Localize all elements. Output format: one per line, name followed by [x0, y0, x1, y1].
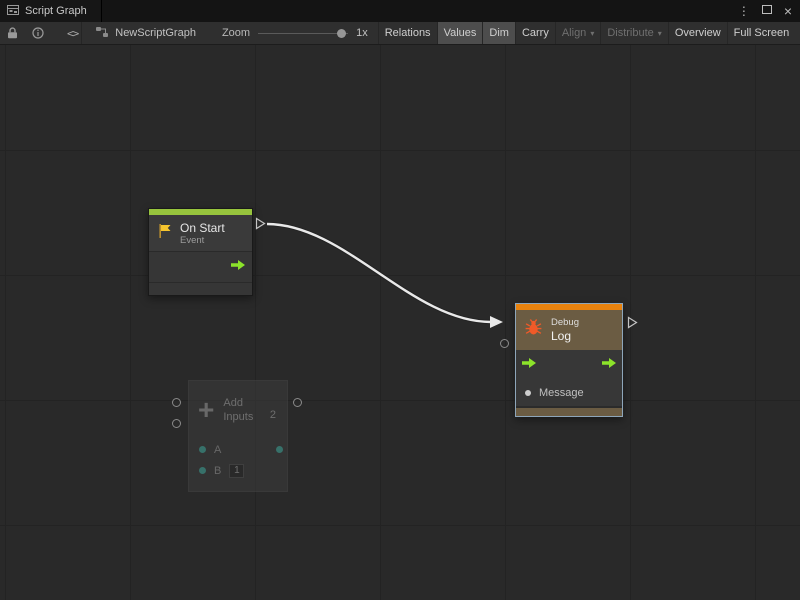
values-label: Values: [444, 27, 477, 39]
fullscreen-label: Full Screen: [734, 27, 790, 39]
distribute-label: Distribute: [607, 27, 653, 39]
flow-output-arrow-icon[interactable]: [601, 356, 617, 374]
align-button[interactable]: Align ▾: [555, 22, 600, 44]
zoom-slider-track[interactable]: [258, 33, 348, 35]
node-footer: [516, 406, 622, 416]
dim-label: Dim: [489, 27, 509, 39]
graph-name-label: NewScriptGraph: [115, 27, 196, 39]
graph-asset-icon: [95, 26, 109, 41]
node-title-line2: Inputs: [223, 410, 253, 424]
port-label-a: A: [214, 444, 221, 456]
values-button[interactable]: Values: [437, 22, 483, 44]
zoom-slider[interactable]: [258, 28, 348, 39]
trigger-output-port[interactable]: [627, 316, 638, 329]
value-input-port[interactable]: [199, 467, 206, 474]
close-icon[interactable]: ×: [784, 4, 792, 18]
toolbar-divider: [81, 22, 82, 44]
tab-script-graph[interactable]: Script Graph: [0, 0, 102, 22]
port-ring[interactable]: [172, 419, 181, 428]
value-input-port[interactable]: [525, 390, 531, 396]
dim-button[interactable]: Dim: [482, 22, 515, 44]
script-graph-tab-icon: [7, 4, 19, 19]
node-category: Debug: [551, 317, 579, 329]
node-title: Log: [551, 329, 579, 343]
zoom-slider-knob[interactable]: [337, 29, 346, 38]
node-add-inputs-ghost[interactable]: + Add Inputs 2 A B 1: [188, 380, 288, 492]
input-row-a: A: [189, 439, 287, 460]
output-count: 2: [270, 409, 276, 421]
chevron-down-icon: ▾: [590, 29, 594, 38]
port-label-b: B: [214, 465, 221, 477]
graph-name-button[interactable]: NewScriptGraph: [85, 22, 206, 44]
toolbar-buttons: Relations Values Dim Carry Align ▾ Distri…: [378, 22, 796, 44]
trigger-output-port[interactable]: [255, 217, 266, 230]
connection-wire: [0, 45, 800, 600]
relations-label: Relations: [385, 27, 431, 39]
info-icon[interactable]: [25, 22, 51, 44]
relations-button[interactable]: Relations: [378, 22, 437, 44]
carry-label: Carry: [522, 27, 549, 39]
node-on-start[interactable]: On Start Event: [148, 208, 253, 296]
node-debug-log[interactable]: Debug Log Message: [515, 303, 623, 417]
flag-icon: [157, 223, 173, 244]
align-label: Align: [562, 27, 586, 39]
node-subtitle: Event: [180, 235, 225, 246]
zoom-label: Zoom: [222, 27, 250, 39]
overview-button[interactable]: Overview: [668, 22, 727, 44]
zoom-value: 1x: [356, 27, 368, 39]
port-ring[interactable]: [293, 398, 302, 407]
port-label-message: Message: [539, 387, 584, 399]
maximize-icon[interactable]: [762, 5, 772, 17]
flow-input-arrow-icon[interactable]: [521, 356, 537, 374]
code-view-icon[interactable]: <>: [67, 27, 78, 40]
graph-canvas[interactable]: On Start Event: [0, 45, 800, 600]
menu-icon[interactable]: ⋮: [738, 5, 750, 17]
node-title: On Start: [180, 221, 225, 235]
wire-arrowhead: [490, 316, 503, 328]
tab-title: Script Graph: [25, 5, 87, 17]
input-row-b: B 1: [189, 460, 287, 481]
value-input-port[interactable]: [199, 446, 206, 453]
title-bar: Script Graph ⋮ ×: [0, 0, 800, 22]
inline-value-field[interactable]: 1: [229, 464, 244, 478]
port-ring[interactable]: [172, 398, 181, 407]
carry-button[interactable]: Carry: [515, 22, 555, 44]
node-title-line1: Add: [223, 396, 253, 410]
overview-label: Overview: [675, 27, 721, 39]
bug-icon: [524, 318, 543, 342]
value-output-port[interactable]: [276, 446, 283, 453]
script-graph-window: Script Graph ⋮ × <> NewScriptGraph Zoom: [0, 0, 800, 600]
node-footer: [149, 282, 252, 295]
graph-toolbar: <> NewScriptGraph Zoom 1x Relations Valu…: [0, 22, 800, 45]
chevron-down-icon: ▾: [658, 29, 662, 38]
distribute-button[interactable]: Distribute ▾: [600, 22, 667, 44]
plus-icon: +: [198, 396, 214, 424]
maximize-box-glyph: [762, 5, 772, 14]
titlebar-spacer: [102, 0, 738, 22]
flow-output-arrow-icon[interactable]: [230, 258, 246, 276]
lock-icon[interactable]: [0, 22, 25, 44]
message-port-ring[interactable]: [500, 339, 509, 348]
fullscreen-button[interactable]: Full Screen: [727, 22, 796, 44]
